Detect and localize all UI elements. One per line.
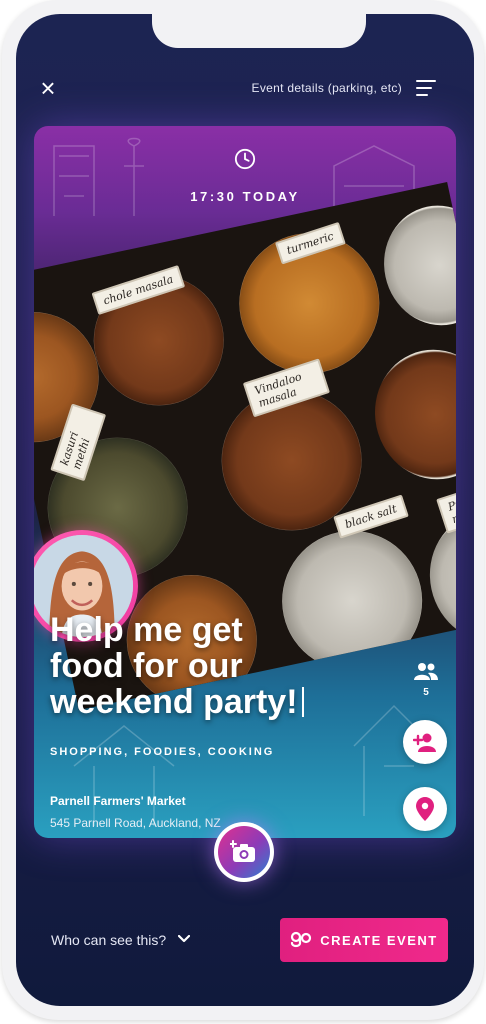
chevron-down-icon <box>178 935 191 943</box>
menu-icon[interactable] <box>416 80 436 96</box>
spice-label: Puffed rice <box>436 480 456 534</box>
event-tags[interactable]: SHOPPING, FOODIES, COOKING <box>50 746 274 758</box>
event-title-line: food for our <box>50 647 243 685</box>
location-button[interactable] <box>403 787 447 831</box>
event-title-line: Help me get <box>50 611 243 649</box>
event-location: Parnell Farmers' Market 545 Parnell Road… <box>50 794 221 830</box>
clock-icon <box>234 148 256 170</box>
event-time: 17:30 TODAY <box>190 189 300 204</box>
create-event-button[interactable]: CREATE EVENT <box>280 918 448 962</box>
invite-friend-button[interactable] <box>403 720 447 764</box>
people-icon <box>414 663 438 680</box>
spice-bowl <box>373 195 456 336</box>
event-title-line: weekend party! <box>50 684 370 720</box>
close-icon[interactable]: × <box>36 75 60 101</box>
create-event-label: CREATE EVENT <box>320 932 438 948</box>
text-caret <box>301 687 304 717</box>
spice-bowl <box>363 338 456 491</box>
location-pin-icon <box>416 797 434 821</box>
visibility-label: Who can see this? <box>51 932 167 948</box>
device-notch <box>152 14 366 48</box>
top-bar: × Event details (parking, etc) <box>16 74 474 104</box>
event-details-link[interactable]: Event details (parking, etc) <box>252 81 402 95</box>
attendee-count: 5 <box>423 687 429 698</box>
add-photo-icon <box>230 840 255 862</box>
event-title[interactable]: Help me get food for our weekend party! <box>50 612 370 720</box>
event-card: chole masala turmeric Vindaloo masala ka… <box>34 126 456 838</box>
phone-frame: × Event details (parking, etc) chole mas… <box>2 0 484 1020</box>
venue-name: Parnell Farmers' Market <box>50 794 186 808</box>
go-logo-icon <box>291 931 312 948</box>
attendee-counter[interactable]: 5 <box>412 662 440 698</box>
visibility-dropdown[interactable]: Who can see this? <box>51 932 191 948</box>
app-screen: × Event details (parking, etc) chole mas… <box>16 14 474 1006</box>
add-person-icon <box>413 733 436 752</box>
venue-address: 545 Parnell Road, Auckland, NZ <box>50 816 221 830</box>
event-time-block: 17:30 TODAY <box>34 148 456 204</box>
event-title-text: weekend party! <box>50 683 298 721</box>
add-photo-button[interactable] <box>214 822 274 882</box>
